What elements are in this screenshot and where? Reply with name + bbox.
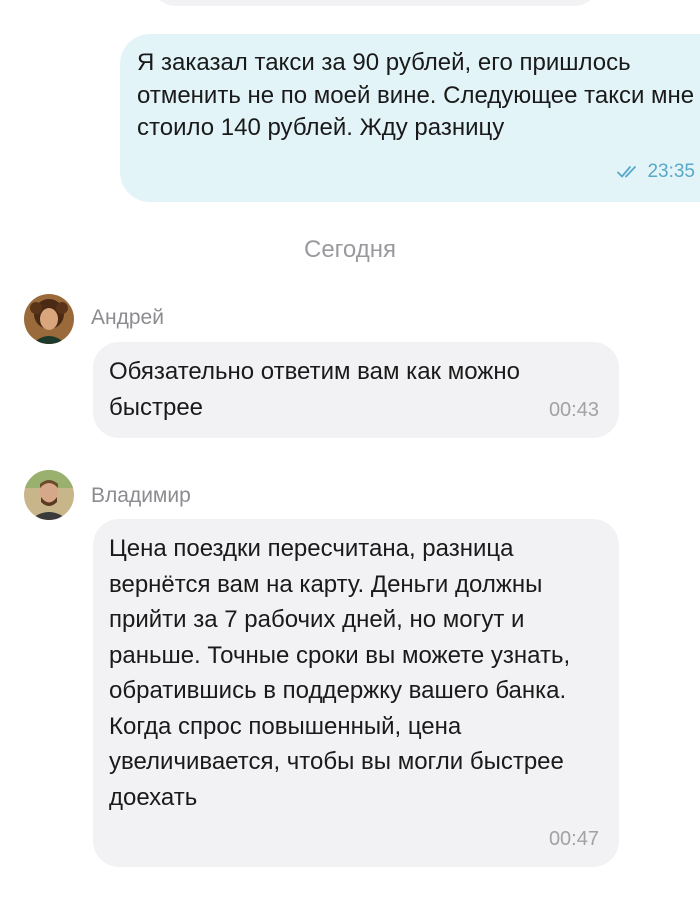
message-meta: 23:35 bbox=[617, 161, 695, 183]
user-avatar-icon bbox=[24, 470, 74, 520]
message-text: Я заказал такси за 90 рублей, его пришло… bbox=[137, 49, 695, 141]
avatar[interactable] bbox=[24, 294, 74, 344]
message-text: Обязательно ответим вам как можно быстре… bbox=[109, 358, 520, 421]
outgoing-message[interactable]: Я заказал такси за 90 рублей, его пришло… bbox=[120, 34, 700, 202]
user-avatar-icon bbox=[24, 294, 74, 344]
avatar[interactable] bbox=[24, 470, 74, 520]
sender-name: Владимир bbox=[91, 484, 191, 507]
message-time: 00:47 bbox=[548, 828, 599, 850]
message-time: 23:35 bbox=[647, 161, 695, 182]
date-separator: Сегодня bbox=[304, 236, 396, 263]
sender-name: Андрей bbox=[91, 306, 164, 329]
message-time: 00:43 bbox=[548, 399, 599, 421]
incoming-message[interactable]: Цена поездки пересчитана, разница вернёт… bbox=[93, 519, 619, 867]
message-text: Цена поездки пересчитана, разница вернёт… bbox=[109, 535, 571, 811]
incoming-message[interactable]: Обязательно ответим вам как можно быстре… bbox=[93, 342, 619, 438]
double-check-icon bbox=[617, 166, 637, 178]
chat-feed[interactable]: Я заказал такси за 90 рублей, его пришло… bbox=[0, 0, 700, 898]
previous-message-bubble bbox=[150, 0, 600, 6]
